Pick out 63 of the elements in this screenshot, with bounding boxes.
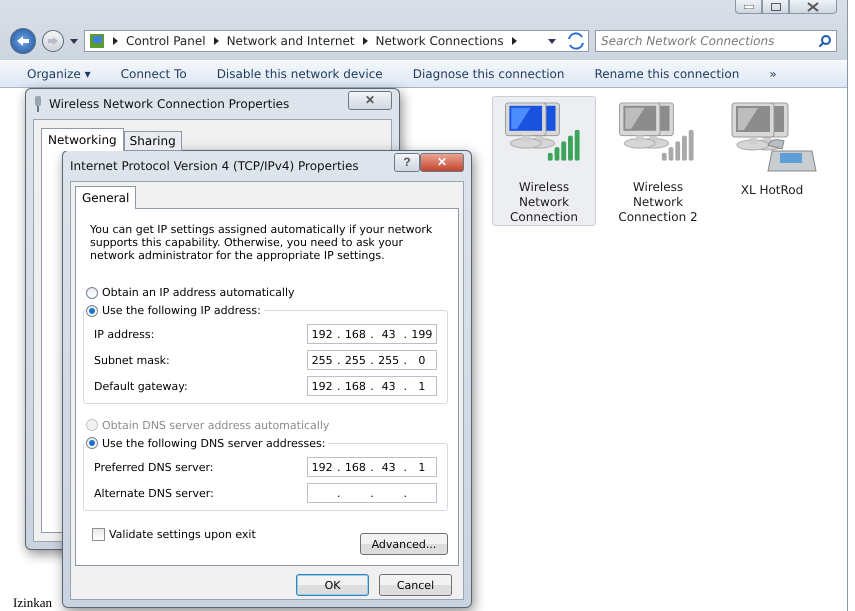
more-commands-button[interactable]: » bbox=[769, 67, 777, 81]
toolbar-button[interactable]: Connect To bbox=[120, 67, 187, 81]
desktop-text: Izinkan bbox=[13, 595, 52, 611]
intro-text: You can get IP settings assigned automatically if your network supports this capability. Otherwise, you need to ask your network administrator for the appropriate IP settings. bbox=[90, 223, 434, 262]
telephone-icon bbox=[767, 139, 817, 172]
close-button[interactable]: ✕ bbox=[348, 90, 392, 110]
minimize-icon bbox=[744, 4, 754, 8]
window-title: Internet Protocol Version 4 (TCP/IPv4) Properties bbox=[70, 159, 360, 173]
radio-button[interactable] bbox=[86, 286, 98, 299]
chevron-icon bbox=[214, 37, 219, 45]
breadcrumb-item[interactable]: Network Connections bbox=[376, 34, 504, 48]
advanced-button[interactable]: Advanced... bbox=[360, 533, 448, 555]
chevron-icon bbox=[362, 37, 368, 45]
network-connection-item[interactable]: XL HotRod bbox=[720, 96, 824, 226]
address-bar[interactable]: Control Panel Network and Internet Network Connections bbox=[84, 30, 589, 52]
dropdown-icon bbox=[70, 38, 78, 44]
radio-button[interactable] bbox=[86, 437, 98, 450]
help-button[interactable]: ? bbox=[394, 152, 420, 172]
field-label: Subnet mask: bbox=[94, 354, 170, 367]
back-arrow-icon bbox=[17, 36, 29, 46]
dropdown-icon bbox=[548, 38, 556, 44]
tab[interactable]: General bbox=[75, 186, 136, 209]
field-label: Alternate DNS server: bbox=[94, 486, 214, 500]
network-connection-item[interactable]: Wireless Network Connection 2 bbox=[606, 96, 710, 226]
ip-address-field[interactable]: 192 . 168 . 43 . 199 bbox=[307, 324, 437, 344]
dialog-button[interactable]: Cancel bbox=[379, 574, 452, 596]
ip-address-field[interactable]: 192 . 168 . 43 . 1 bbox=[307, 457, 437, 477]
search-field[interactable]: Search Network Connections bbox=[595, 30, 837, 52]
close-button[interactable] bbox=[789, 0, 837, 14]
ip-address-field[interactable]: . . . bbox=[307, 483, 437, 503]
radio-button[interactable] bbox=[86, 304, 98, 317]
tab[interactable]: Networking bbox=[41, 128, 124, 151]
minimize-button[interactable] bbox=[735, 0, 762, 14]
maximize-button[interactable] bbox=[762, 0, 789, 14]
ip-address-field[interactable]: 255 . 255 . 255 . 0 bbox=[307, 350, 437, 370]
control-panel-icon bbox=[89, 33, 105, 49]
chevron-icon bbox=[512, 37, 517, 45]
signal-bars-icon bbox=[662, 130, 694, 161]
maximize-icon bbox=[770, 2, 780, 10]
ip-address-field[interactable]: 192 . 168 . 43 . 1 bbox=[307, 376, 437, 396]
validate-checkbox[interactable]: Validate settings upon exit bbox=[92, 525, 259, 543]
network-connection-item[interactable]: Wireless Network Connection bbox=[492, 96, 596, 226]
forward-arrow-icon bbox=[48, 37, 58, 45]
breadcrumb-item[interactable]: Network and Internet bbox=[226, 34, 355, 48]
toolbar-button[interactable]: Disable this network device bbox=[216, 67, 383, 81]
toolbar-button[interactable]: Rename this connection bbox=[594, 67, 740, 81]
toolbar-button[interactable]: Organize ▾ bbox=[27, 67, 91, 81]
signal-bars-icon bbox=[548, 130, 580, 161]
search-icon bbox=[819, 35, 831, 47]
field-label: IP address: bbox=[94, 328, 154, 341]
forward-button[interactable] bbox=[42, 30, 64, 52]
close-icon bbox=[807, 2, 819, 12]
field-label: Preferred DNS server: bbox=[94, 460, 214, 474]
radio-option[interactable]: Use the following DNS server addresses: bbox=[86, 434, 328, 452]
toolbar-button[interactable]: Diagnose this connection bbox=[412, 67, 564, 81]
window-title: Wireless Network Connection Properties bbox=[49, 97, 290, 111]
field-label: Default gateway: bbox=[94, 380, 188, 393]
tab[interactable]: Sharing bbox=[124, 131, 182, 151]
network-adapter-icon bbox=[33, 96, 43, 112]
dialog-button[interactable]: OK bbox=[296, 574, 369, 596]
chevron-icon bbox=[113, 37, 118, 45]
back-button[interactable] bbox=[10, 28, 36, 54]
breadcrumb-item[interactable]: Control Panel bbox=[126, 34, 206, 48]
